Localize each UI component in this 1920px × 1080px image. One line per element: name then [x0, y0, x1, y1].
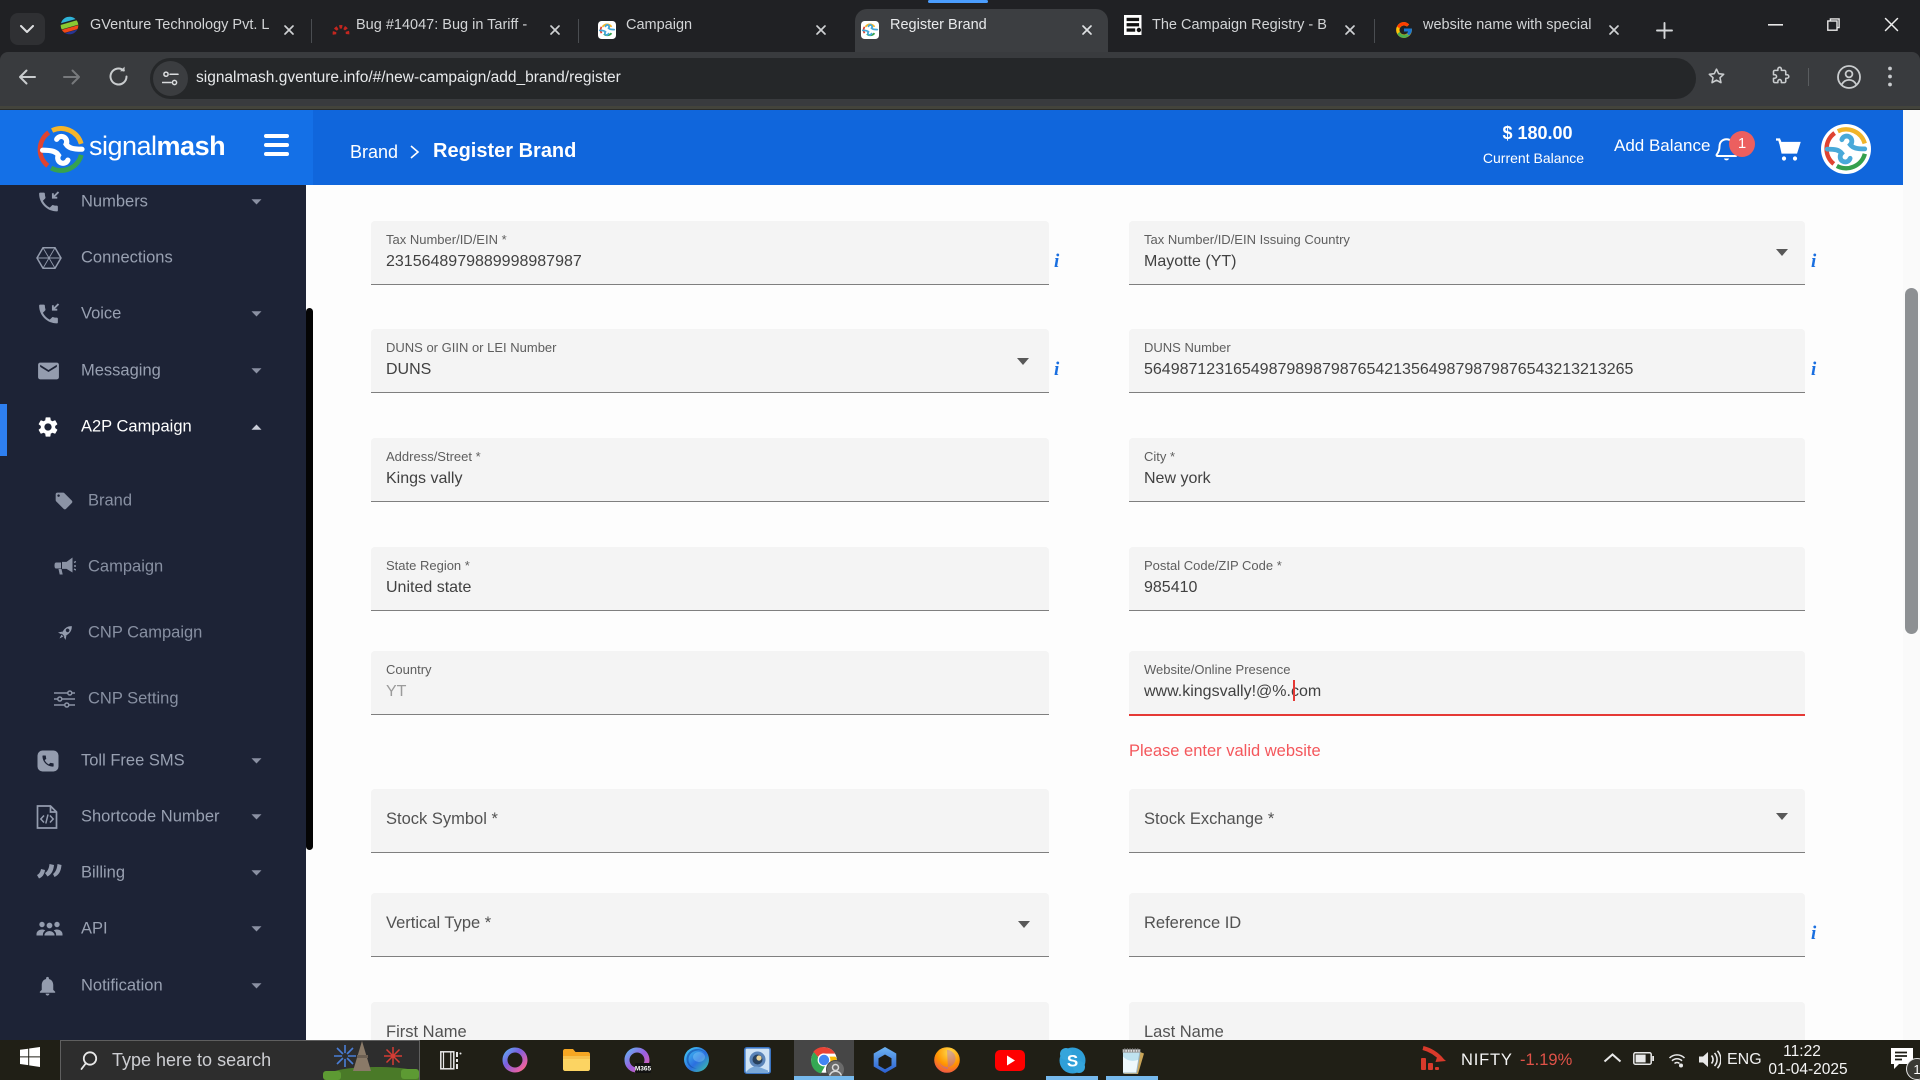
svg-text:M365: M365: [635, 1066, 651, 1073]
svg-text:S: S: [1067, 1052, 1078, 1071]
